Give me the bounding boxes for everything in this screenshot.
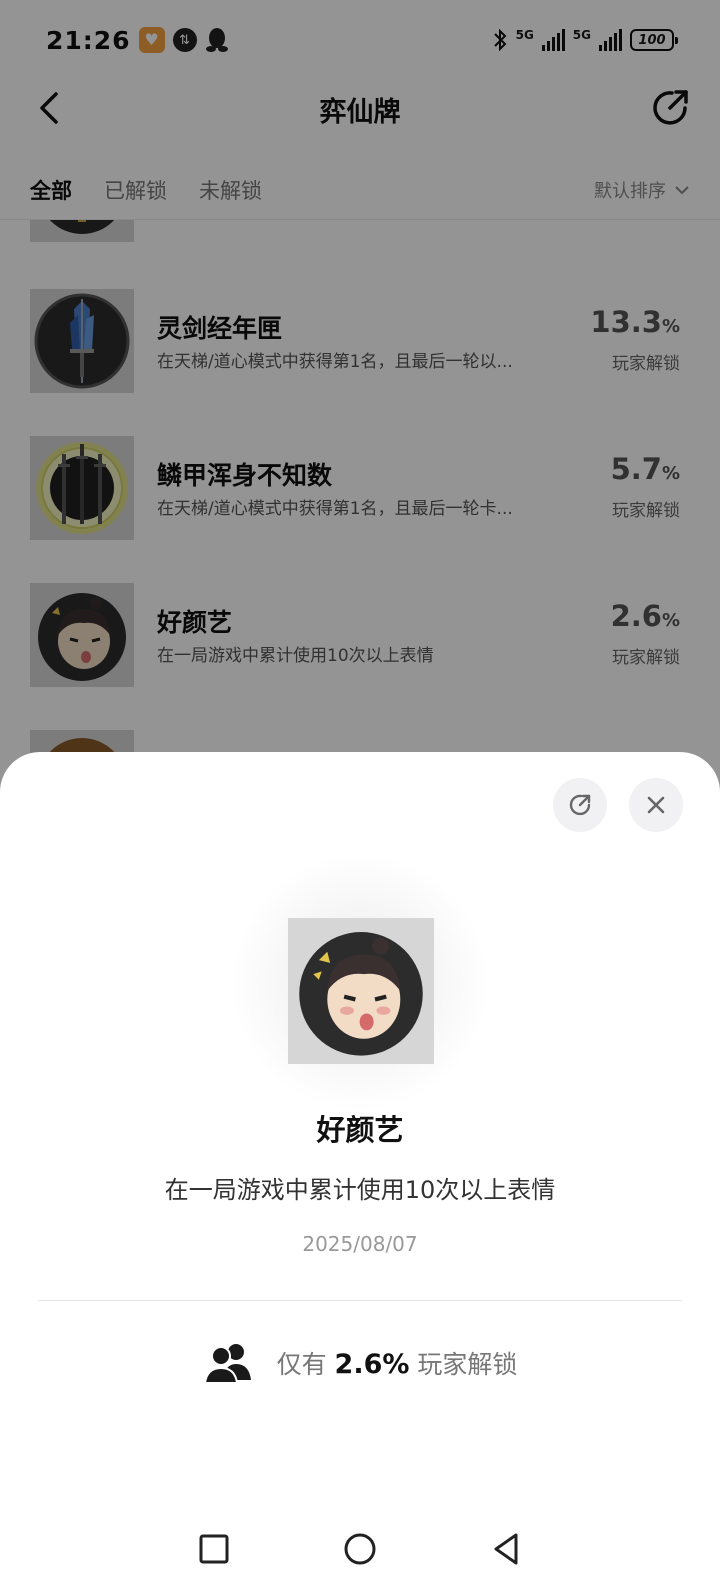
stat-value: 2.6%: [334, 1349, 410, 1380]
stat-suffix: 玩家解锁: [417, 1350, 518, 1379]
detail-description: 在一局游戏中累计使用10次以上表情: [164, 1176, 556, 1204]
close-icon: [647, 796, 665, 814]
divider: [38, 1300, 682, 1301]
system-nav-bar: [0, 1510, 720, 1588]
home-circle-icon[interactable]: [342, 1531, 378, 1567]
funny-face-icon: [288, 918, 434, 1064]
sheet-share-button[interactable]: [553, 778, 607, 832]
share-icon: [569, 794, 591, 816]
recents-square-icon[interactable]: [196, 1531, 232, 1567]
back-triangle-icon[interactable]: [488, 1531, 524, 1567]
detail-title: 好颜艺: [316, 1113, 404, 1147]
stat-prefix: 仅有: [276, 1350, 327, 1379]
achievement-badge: [288, 918, 434, 1064]
achievement-detail-sheet: 好颜艺 在一局游戏中累计使用10次以上表情 2025/08/07 仅有 2.6%…: [0, 752, 720, 1588]
unlock-date: 2025/08/07: [302, 1232, 418, 1256]
users-icon: [203, 1344, 251, 1384]
unlock-stat: 仅有 2.6% 玩家解锁: [0, 1342, 720, 1384]
sheet-close-button[interactable]: [629, 778, 683, 832]
unlock-stat-text: 仅有 2.6% 玩家解锁: [277, 1345, 518, 1381]
